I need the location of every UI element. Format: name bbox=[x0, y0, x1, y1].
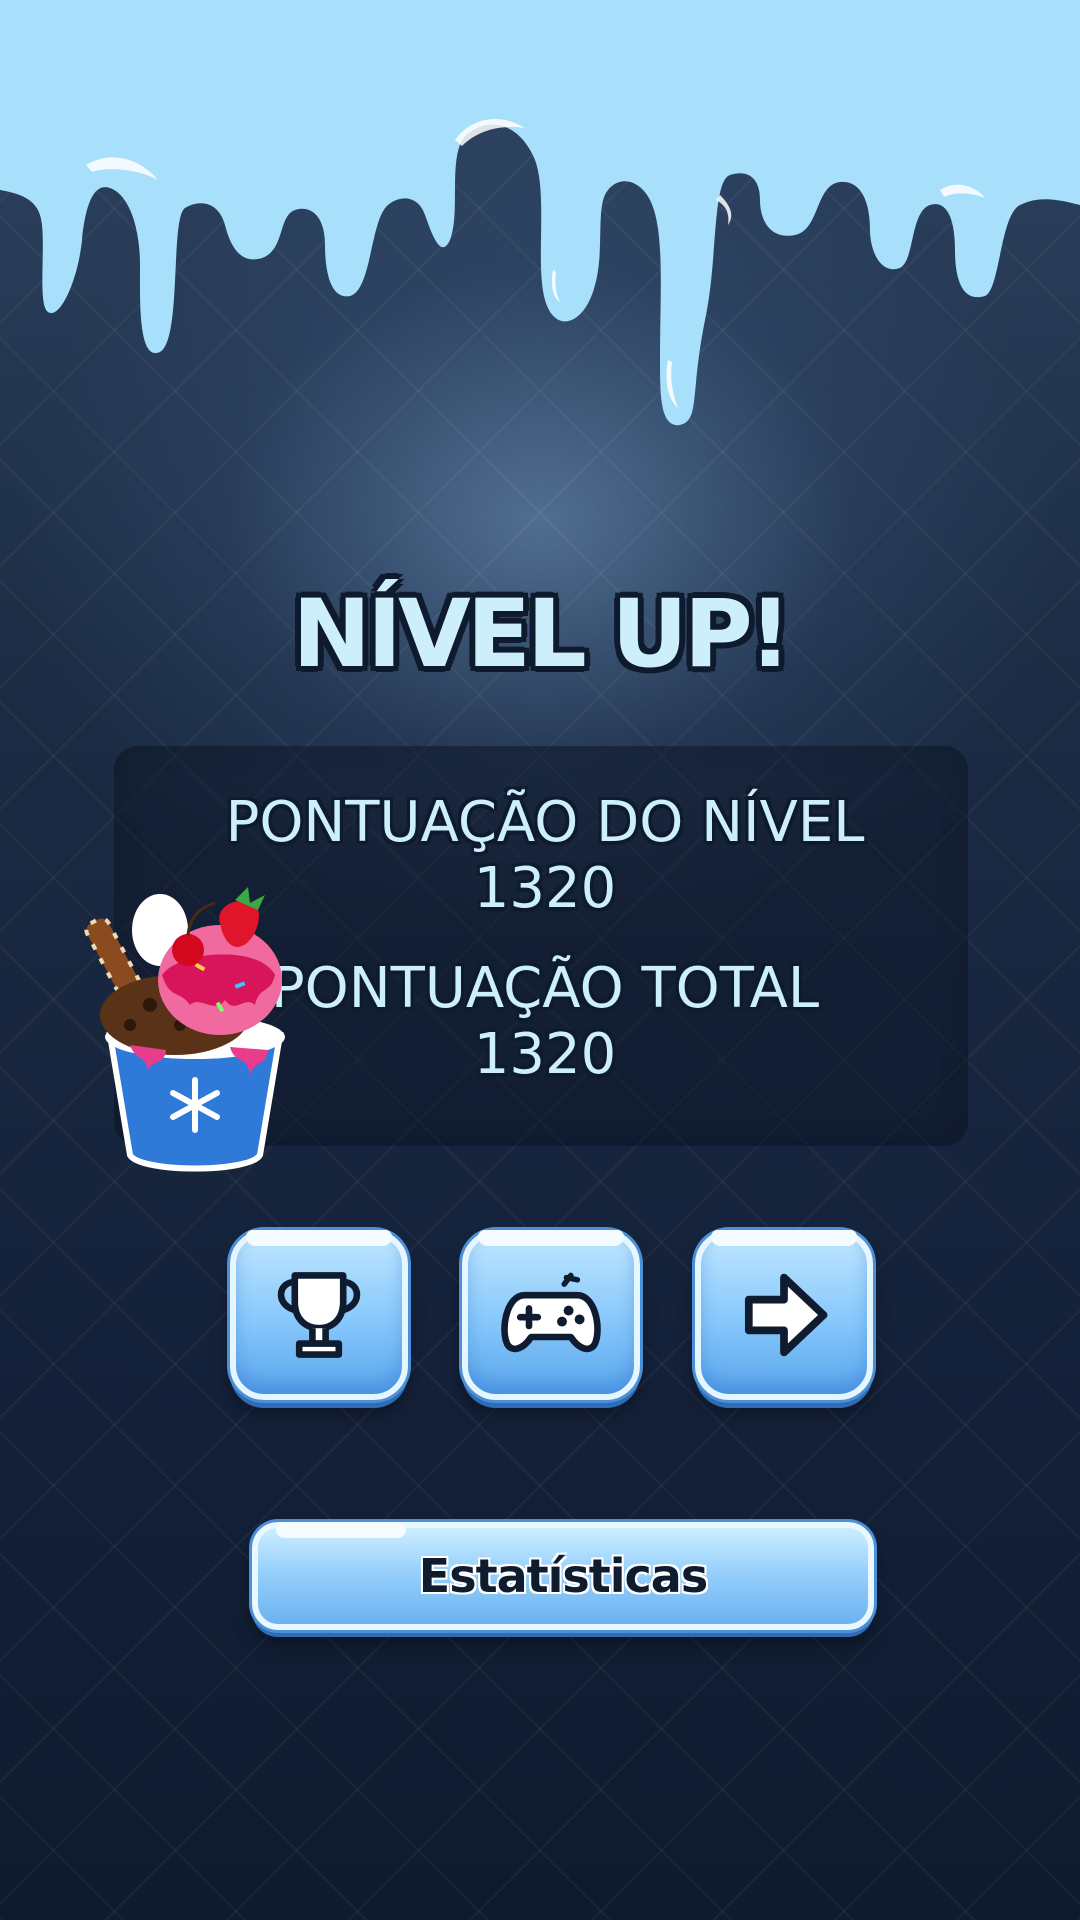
level-up-title: NÍVEL UP! bbox=[292, 580, 791, 689]
ice-drip-decoration bbox=[0, 0, 1080, 426]
statistics-button[interactable]: Estatísticas bbox=[252, 1522, 874, 1630]
next-level-button[interactable] bbox=[695, 1230, 873, 1400]
statistics-button-label: Estatísticas bbox=[418, 1549, 708, 1603]
ice-cream-sundae-illustration bbox=[84, 887, 285, 1172]
arrow-right-icon bbox=[744, 1273, 828, 1357]
gamepad-icon bbox=[501, 1272, 601, 1353]
gamepad-button[interactable] bbox=[462, 1230, 640, 1400]
trophy-button[interactable] bbox=[230, 1230, 408, 1400]
trophy-icon bbox=[277, 1272, 361, 1358]
